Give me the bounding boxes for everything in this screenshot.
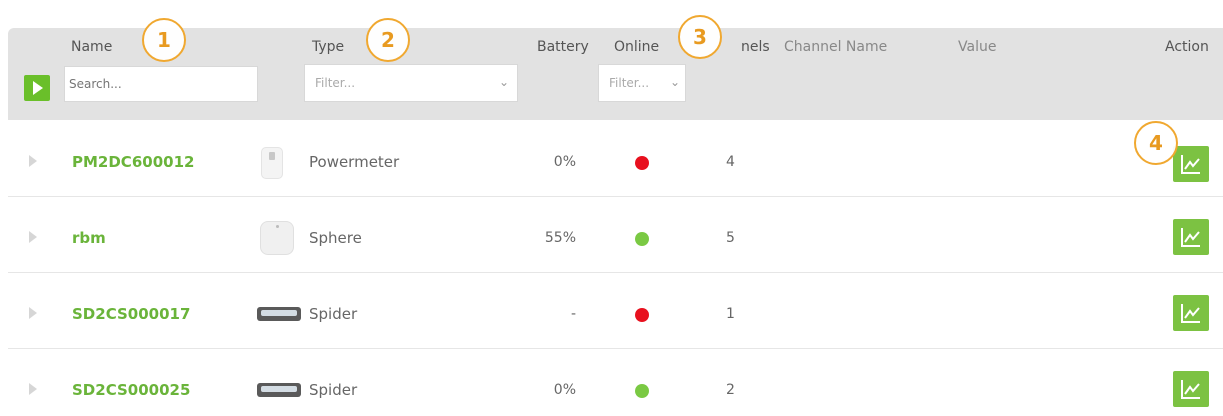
device-name-link[interactable]: PM2DC600012 xyxy=(72,153,194,171)
battery-level: 0% xyxy=(553,382,576,398)
chart-icon xyxy=(1181,304,1200,323)
battery-level: 0% xyxy=(553,154,576,170)
view-chart-button[interactable] xyxy=(1173,295,1209,331)
device-type: Spider xyxy=(309,305,358,323)
expand-row-icon[interactable] xyxy=(29,307,37,319)
column-header-value: Value xyxy=(958,39,997,55)
name-search-input[interactable] xyxy=(64,66,258,102)
callout-badge-3: 3 xyxy=(678,15,722,59)
type-filter-value: Filter... xyxy=(315,76,356,90)
chart-icon xyxy=(1181,228,1200,247)
callout-badge-1: 1 xyxy=(142,18,186,62)
callout-badge-4: 4 xyxy=(1134,121,1178,165)
spider-icon xyxy=(257,383,301,397)
column-header-channels[interactable]: nels xyxy=(741,39,770,55)
channel-count: 2 xyxy=(726,382,735,398)
battery-level: 55% xyxy=(544,230,576,246)
device-name-link[interactable]: rbm xyxy=(72,229,106,247)
expand-row-icon[interactable] xyxy=(29,383,37,395)
device-name-link[interactable]: SD2CS000025 xyxy=(72,381,190,399)
table-row[interactable]: SD2CS000025 Spider 0% 2 xyxy=(8,355,1223,416)
column-header-online[interactable]: Online xyxy=(614,39,659,55)
powermeter-icon xyxy=(261,147,283,179)
column-header-type[interactable]: Type xyxy=(312,39,344,55)
status-dot-online xyxy=(635,384,649,398)
chart-icon xyxy=(1181,380,1200,399)
device-type: Spider xyxy=(309,381,358,399)
battery-level: - xyxy=(570,306,576,322)
type-filter-select[interactable]: Filter... ⌄ xyxy=(304,64,518,102)
chevron-down-icon: ⌄ xyxy=(670,75,681,89)
view-chart-button[interactable] xyxy=(1173,146,1209,182)
expand-row-icon[interactable] xyxy=(29,231,37,243)
sphere-icon xyxy=(260,221,294,255)
column-header-actions: Action xyxy=(1165,39,1209,55)
play-icon xyxy=(33,81,43,95)
device-name-link[interactable]: SD2CS000017 xyxy=(72,305,190,323)
table-row[interactable]: rbm Sphere 55% 5 xyxy=(8,203,1223,273)
chart-icon xyxy=(1181,155,1200,174)
column-header-battery[interactable]: Battery xyxy=(537,39,589,55)
channel-count: 1 xyxy=(726,306,735,322)
channel-count: 4 xyxy=(726,154,735,170)
view-chart-button[interactable] xyxy=(1173,219,1209,255)
status-dot-online xyxy=(635,232,649,246)
channel-count: 5 xyxy=(726,230,735,246)
online-filter-select[interactable]: Filter... ⌄ xyxy=(598,64,686,102)
expand-all-button[interactable] xyxy=(24,75,50,101)
online-filter-value: Filter... xyxy=(609,76,650,90)
status-dot-offline xyxy=(635,156,649,170)
view-chart-button[interactable] xyxy=(1173,371,1209,407)
column-header-channel-name: Channel Name xyxy=(784,39,888,55)
chevron-down-icon: ⌄ xyxy=(499,75,510,89)
spider-icon xyxy=(257,307,301,321)
expand-row-icon[interactable] xyxy=(29,155,37,167)
device-type: Sphere xyxy=(309,229,362,247)
column-header-name[interactable]: Name xyxy=(71,39,112,55)
callout-badge-2: 2 xyxy=(366,18,410,62)
device-type: Powermeter xyxy=(309,153,400,171)
table-row[interactable]: SD2CS000017 Spider - 1 xyxy=(8,279,1223,349)
status-dot-offline xyxy=(635,308,649,322)
table-row[interactable]: PM2DC600012 Powermeter 0% 4 xyxy=(8,127,1223,197)
